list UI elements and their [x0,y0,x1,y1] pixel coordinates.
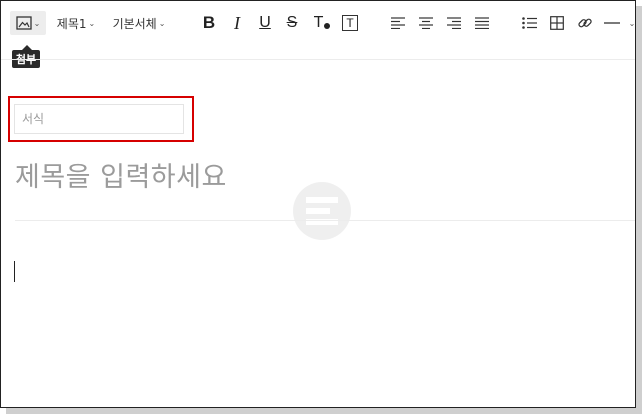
font-dropdown[interactable]: 기본서체 ⌄ [108,11,170,35]
table-button[interactable] [547,11,567,35]
chevron-down-icon: ⌄ [88,18,96,28]
chevron-down-icon: ⌄ [628,18,636,28]
title-input[interactable]: 제목을 입력하세요 [15,155,227,194]
link-button[interactable] [575,11,595,35]
link-icon [577,15,593,31]
bold-icon: B [202,13,216,32]
strikethrough-button[interactable]: S [282,11,302,35]
chevron-down-icon: ⌄ [33,18,41,28]
bullet-list-icon [521,17,537,29]
editor-toolbar: ⌄ 제목1 ⌄ 기본서체 ⌄ B I U S T T ⌄ [1,1,635,45]
align-center-icon [419,17,433,29]
text-cursor [14,261,15,282]
align-justify-icon [475,17,489,29]
toolbar-divider [1,59,635,60]
color-dot [324,23,331,29]
align-justify-button[interactable] [472,11,492,35]
horizontal-rule-button[interactable] [601,11,623,35]
heading-dropdown[interactable]: 제목1 ⌄ [53,11,99,35]
toolbar-more-button[interactable]: ⌄ [627,11,636,35]
window-shadow [6,408,642,414]
align-right-icon [447,17,461,29]
chevron-down-icon: ⌄ [158,18,166,28]
text-background-icon: T [342,15,358,31]
bullet-list-button[interactable] [519,11,539,35]
italic-icon: I [234,12,240,33]
italic-button[interactable]: I [227,11,247,35]
strikethrough-icon: S [286,14,298,31]
title-divider [15,220,635,221]
text-background-button[interactable]: T [340,11,360,35]
table-icon [550,16,564,30]
underline-icon: U [259,14,271,31]
horizontal-rule-icon [604,21,620,25]
underline-button[interactable]: U [255,11,275,35]
text-color-button[interactable]: T [310,11,334,35]
window-shadow [636,6,642,410]
bold-button[interactable]: B [199,11,219,35]
font-dropdown-label: 기본서체 [112,16,157,31]
heading-dropdown-label: 제목1 [56,16,87,31]
attach-button[interactable]: ⌄ [10,11,46,35]
align-left-icon [391,17,405,29]
align-left-button[interactable] [388,11,408,35]
align-center-button[interactable] [416,11,436,35]
align-right-button[interactable] [444,11,464,35]
highlight-box [8,96,194,142]
watermark-logo [292,181,352,241]
image-icon [15,16,32,30]
text-color-icon: T [313,14,324,31]
